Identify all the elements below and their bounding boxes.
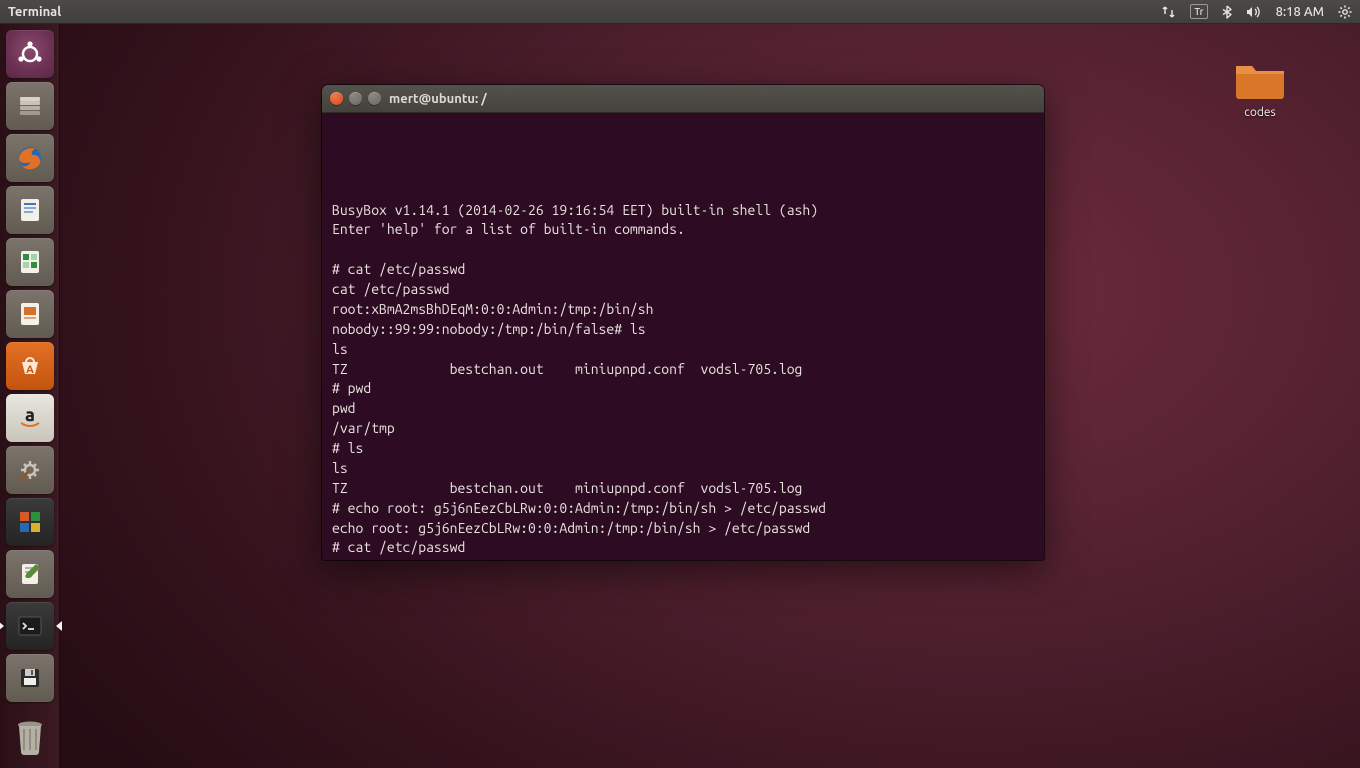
- unity-launcher: A a: [0, 24, 60, 768]
- folder-icon: [1232, 56, 1288, 102]
- terminal-line: [332, 141, 1034, 161]
- window-buttons: [330, 92, 381, 105]
- terminal-line: TZ bestchan.out miniupnpd.conf vodsl-705…: [332, 479, 1034, 499]
- launcher-impress[interactable]: [6, 290, 54, 338]
- launcher-amazon[interactable]: a: [6, 394, 54, 442]
- terminal-line: ls: [332, 340, 1034, 360]
- volume-icon[interactable]: [1246, 5, 1262, 19]
- active-app-name: Terminal: [8, 5, 61, 19]
- launcher-terminal[interactable]: [6, 602, 54, 650]
- desktop-folder-codes[interactable]: codes: [1220, 56, 1300, 119]
- launcher-workspaces[interactable]: [6, 498, 54, 546]
- terminal-line: cat /etc/passwd: [332, 280, 1034, 300]
- gear-icon[interactable]: [1338, 5, 1352, 19]
- launcher-calc[interactable]: [6, 238, 54, 286]
- top-panel: Terminal Tr 8:18 AM: [0, 0, 1360, 24]
- terminal-line: BusyBox v1.14.1 (2014-02-26 19:16:54 EET…: [332, 201, 1034, 221]
- launcher-text-editor[interactable]: [6, 550, 54, 598]
- terminal-window[interactable]: mert@ubuntu: / BusyBox v1.14.1 (2014-02-…: [322, 85, 1044, 560]
- terminal-line: [332, 161, 1034, 181]
- impress-icon: [16, 300, 44, 328]
- launcher-writer[interactable]: [6, 186, 54, 234]
- trash-icon: [12, 716, 48, 756]
- firefox-icon: [14, 142, 46, 174]
- svg-text:A: A: [26, 364, 34, 376]
- window-maximize-button[interactable]: [368, 92, 381, 105]
- amazon-icon: a: [15, 403, 45, 433]
- terminal-line: [332, 121, 1034, 141]
- terminal-titlebar[interactable]: mert@ubuntu: /: [322, 85, 1044, 113]
- launcher-save[interactable]: [6, 654, 54, 702]
- floppy-icon: [16, 664, 44, 692]
- launcher-trash[interactable]: [6, 712, 54, 760]
- terminal-output[interactable]: BusyBox v1.14.1 (2014-02-26 19:16:54 EET…: [322, 113, 1044, 560]
- gedit-icon: [16, 560, 44, 588]
- calc-icon: [16, 248, 44, 276]
- software-center-icon: A: [16, 352, 44, 380]
- terminal-line: echo root: g5j6nEezCbLRw:0:0:Admin:/tmp:…: [332, 519, 1034, 539]
- terminal-line: nobody::99:99:nobody:/tmp:/bin/false# ls: [332, 320, 1034, 340]
- terminal-icon: [16, 612, 44, 640]
- terminal-line: /var/tmp: [332, 419, 1034, 439]
- terminal-line: # echo root: g5j6nEezCbLRw:0:0:Admin:/tm…: [332, 499, 1034, 519]
- launcher-files[interactable]: [6, 82, 54, 130]
- launcher-dash[interactable]: [6, 30, 54, 78]
- network-icon[interactable]: [1161, 5, 1176, 19]
- writer-icon: [16, 196, 44, 224]
- terminal-line: [332, 181, 1034, 201]
- terminal-line: pwd: [332, 399, 1034, 419]
- terminal-line: [332, 240, 1034, 260]
- keyboard-indicator[interactable]: Tr: [1190, 4, 1207, 19]
- svg-text:a: a: [25, 405, 35, 425]
- desktop-folder-label: codes: [1244, 106, 1275, 119]
- window-minimize-button[interactable]: [349, 92, 362, 105]
- settings-icon: [16, 456, 44, 484]
- launcher-software-center[interactable]: A: [6, 342, 54, 390]
- terminal-line: Enter 'help' for a list of built-in comm…: [332, 220, 1034, 240]
- workspaces-icon: [16, 508, 44, 536]
- terminal-line: # pwd: [332, 379, 1034, 399]
- terminal-title: mert@ubuntu: /: [389, 92, 487, 106]
- terminal-line: # ls: [332, 439, 1034, 459]
- terminal-line: cat /etc/passwd: [332, 558, 1034, 560]
- terminal-line: # cat /etc/passwd: [332, 538, 1034, 558]
- clock[interactable]: 8:18 AM: [1276, 5, 1324, 19]
- launcher-settings[interactable]: [6, 446, 54, 494]
- terminal-line: root:xBmA2msBhDEqM:0:0:Admin:/tmp:/bin/s…: [332, 300, 1034, 320]
- window-close-button[interactable]: [330, 92, 343, 105]
- files-icon: [15, 91, 45, 121]
- bluetooth-icon[interactable]: [1222, 5, 1232, 19]
- launcher-firefox[interactable]: [6, 134, 54, 182]
- terminal-line: # cat /etc/passwd: [332, 260, 1034, 280]
- terminal-line: TZ bestchan.out miniupnpd.conf vodsl-705…: [332, 360, 1034, 380]
- ubuntu-logo-icon: [15, 39, 45, 69]
- terminal-line: ls: [332, 459, 1034, 479]
